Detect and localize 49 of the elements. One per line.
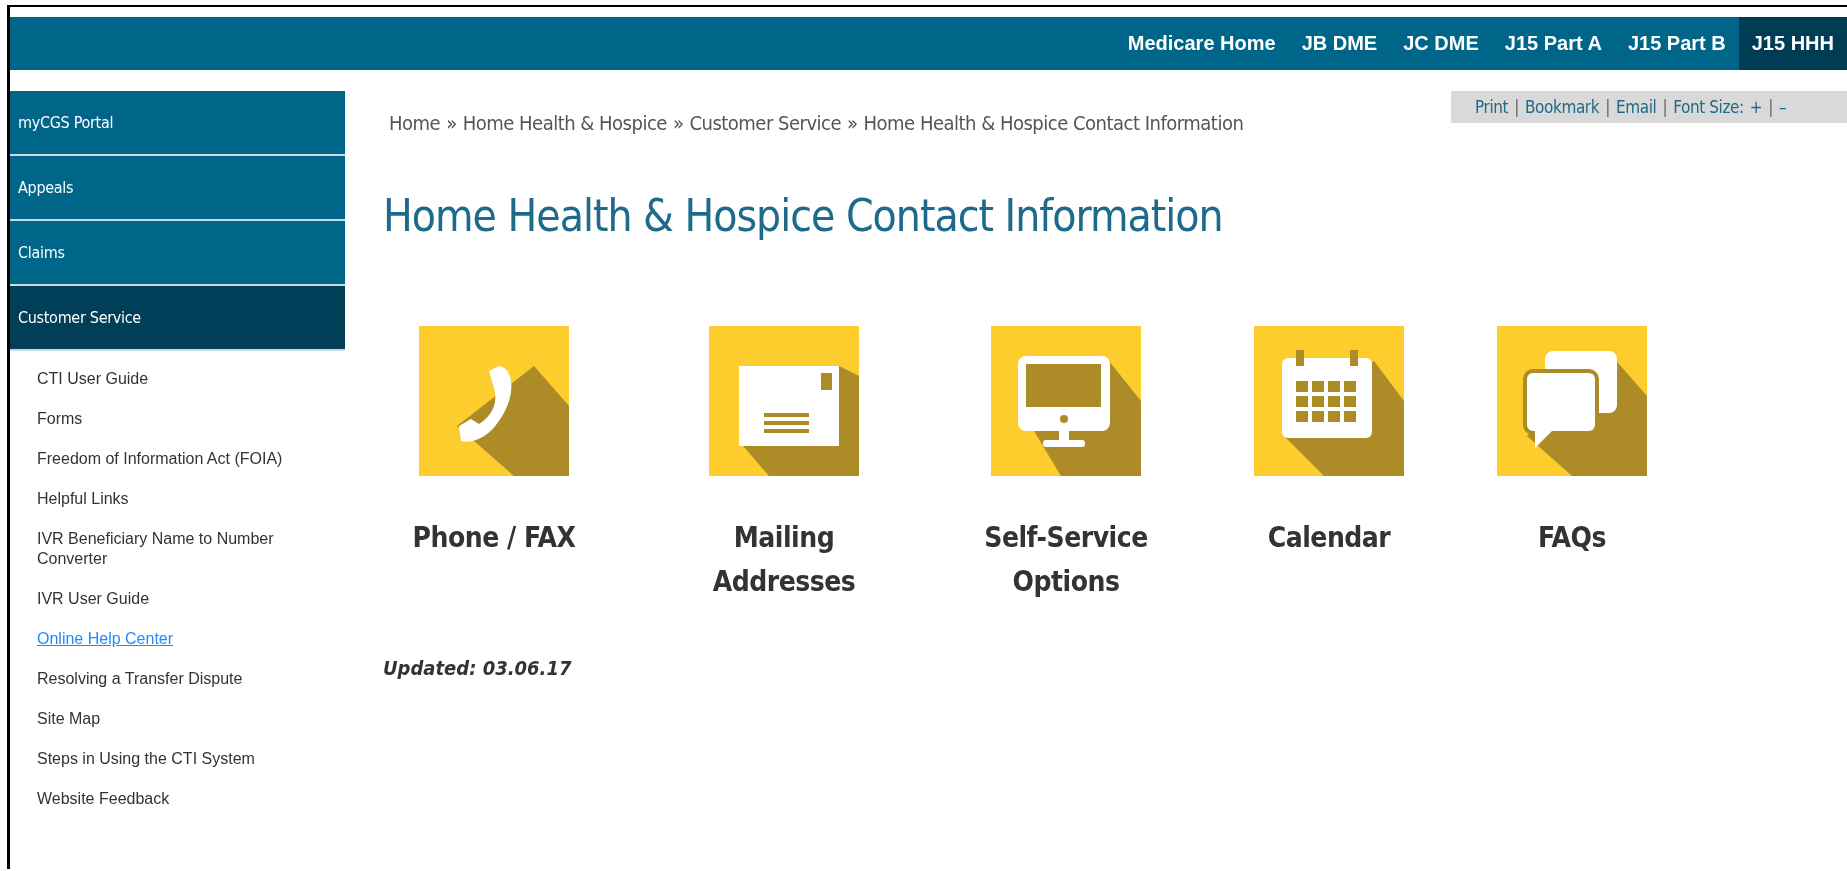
tool-separator: |: [1514, 97, 1519, 117]
tool-link[interactable]: Email: [1615, 97, 1657, 117]
tile-link[interactable]: Mailing Addresses: [674, 516, 894, 604]
sidebar-sub-link[interactable]: Website Feedback: [37, 779, 297, 819]
tool-separator: |: [1662, 97, 1668, 117]
sidebar-sub-link[interactable]: Forms: [37, 399, 297, 439]
sidebar-sub-link[interactable]: IVR Beneficiary Name to Number Converter: [37, 519, 297, 579]
tile-link[interactable]: FAQs: [1462, 516, 1682, 560]
breadcrumb-link[interactable]: Home: [389, 111, 441, 135]
font-size-label: Font Size:: [1673, 97, 1744, 117]
breadcrumb-separator: »: [446, 111, 457, 135]
phone-tile-icon: [419, 326, 569, 476]
top-nav-link[interactable]: J15 Part A: [1491, 17, 1615, 70]
page-title: Home Health & Hospice Contact Information: [383, 190, 1224, 241]
top-nav-link[interactable]: J15 Part B: [1614, 17, 1739, 70]
sidebar-item[interactable]: Claims: [10, 221, 345, 286]
tool-link[interactable]: Bookmark: [1524, 97, 1600, 117]
sidebar-sub-link[interactable]: Resolving a Transfer Dispute: [37, 659, 297, 699]
monitor-tile-icon: [991, 326, 1141, 476]
top-nav-link[interactable]: JC DME: [1390, 17, 1492, 70]
tool-link[interactable]: Print: [1475, 97, 1509, 117]
tile-link[interactable]: Phone / FAX: [384, 516, 604, 560]
top-nav-link[interactable]: JB DME: [1288, 17, 1391, 70]
sidebar-sub-link[interactable]: IVR User Guide: [37, 579, 297, 619]
tool-separator: |: [1605, 97, 1610, 117]
sidebar-sub-link[interactable]: Freedom of Information Act (FOIA): [37, 439, 297, 479]
top-nav-link[interactable]: Medicare Home: [1114, 17, 1289, 70]
tile-link[interactable]: Calendar: [1219, 516, 1439, 560]
breadcrumb-link[interactable]: Home Health & Hospice: [462, 111, 667, 135]
sidebar-item[interactable]: myCGS Portal: [10, 91, 345, 156]
sidebar-sub-link[interactable]: Helpful Links: [37, 479, 297, 519]
font-increase-link[interactable]: +: [1749, 97, 1763, 117]
top-nav-link[interactable]: J15 HHH: [1738, 17, 1847, 70]
sidebar-sub-link[interactable]: Steps in Using the CTI System: [37, 739, 297, 779]
updated-date: Updated: 03.06.17: [383, 656, 573, 680]
breadcrumb-separator: »: [672, 111, 684, 135]
mail-tile-icon: [709, 326, 859, 476]
breadcrumb-link[interactable]: Customer Service: [689, 111, 842, 135]
sidebar-item[interactable]: Appeals: [10, 156, 345, 221]
font-decrease-link[interactable]: –: [1779, 97, 1787, 117]
calendar-tile-icon: [1254, 326, 1404, 476]
chat-tile-icon: [1497, 326, 1647, 476]
breadcrumb-separator: »: [847, 111, 858, 135]
sidebar-sub-link[interactable]: Site Map: [37, 699, 297, 739]
sidebar-sub-link[interactable]: CTI User Guide: [37, 359, 297, 399]
breadcrumb-link[interactable]: Home Health & Hospice Contact Information: [863, 111, 1244, 135]
tile-link[interactable]: Self-Service Options: [956, 516, 1176, 604]
tool-separator: |: [1768, 97, 1773, 117]
sidebar-item[interactable]: Customer Service: [10, 286, 345, 351]
